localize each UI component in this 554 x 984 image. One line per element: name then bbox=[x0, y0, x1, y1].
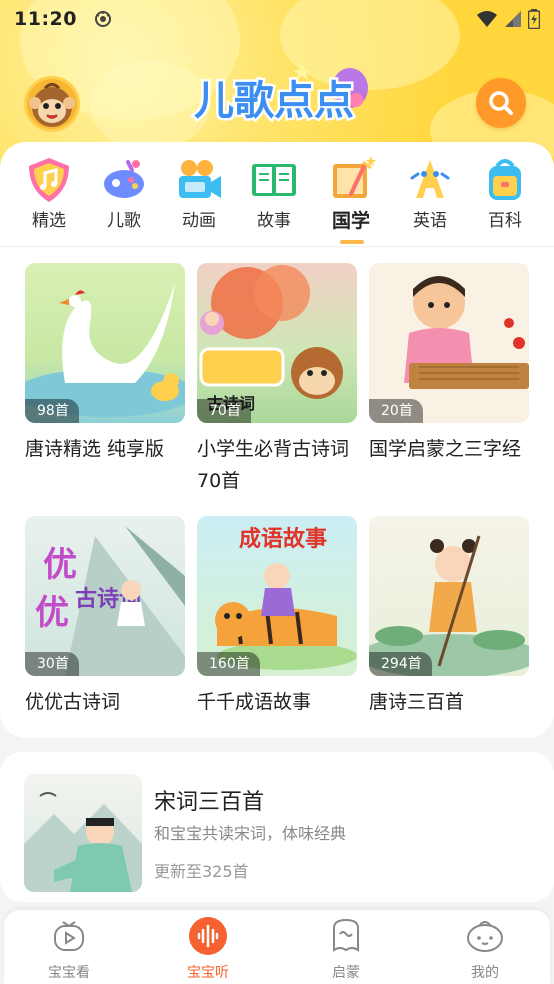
wifi-icon bbox=[477, 11, 497, 27]
bottom-navigation: 宝宝看 宝宝听 启蒙 我的 bbox=[4, 910, 550, 984]
tab-encyclopedia[interactable]: 百科 bbox=[468, 154, 542, 246]
active-tab-indicator bbox=[340, 240, 364, 244]
tab-label: 百科 bbox=[488, 211, 522, 231]
featured-update-info: 更新至325首 bbox=[154, 862, 249, 881]
album-card[interactable]: 294首 唐诗三百首 bbox=[369, 516, 529, 718]
album-card[interactable]: 成语故事 160首 千千成语故事 bbox=[197, 516, 357, 718]
status-bar: 11:20 bbox=[0, 0, 554, 38]
album-title: 优优古诗词 bbox=[25, 691, 121, 713]
album-card[interactable]: 20首 国学启蒙之三字经 bbox=[369, 263, 529, 465]
svg-text:优: 优 bbox=[35, 593, 69, 633]
notification-icon bbox=[94, 11, 111, 27]
album-cover: 294首 bbox=[369, 516, 529, 676]
monkey-avatar-icon bbox=[29, 83, 75, 127]
album-count-badge: 160首 bbox=[197, 652, 260, 676]
album-cover: 古诗词 70首 bbox=[197, 263, 357, 423]
tab-label: 英语 bbox=[413, 211, 447, 231]
svg-text:成语故事: 成语故事 bbox=[239, 526, 327, 552]
album-count-badge: 30首 bbox=[25, 652, 79, 676]
album-title: 唐诗精选 纯享版 bbox=[25, 438, 165, 460]
tab-songs[interactable]: 儿歌 bbox=[87, 154, 161, 246]
nav-enlighten[interactable]: 启蒙 bbox=[296, 916, 396, 982]
avatar[interactable] bbox=[24, 76, 80, 132]
svg-text:优: 优 bbox=[43, 545, 77, 585]
search-button[interactable] bbox=[476, 78, 526, 128]
tab-label: 动画 bbox=[182, 211, 216, 231]
signal-icon bbox=[505, 11, 521, 27]
ghost-icon bbox=[333, 918, 359, 952]
letter-character-icon bbox=[410, 160, 450, 198]
featured-description: 和宝宝共读宋词，体味经典 bbox=[154, 824, 347, 843]
featured-title: 宋词三百首 bbox=[154, 790, 265, 815]
featured-album-card[interactable]: 宋词三百首 和宝宝共读宋词，体味经典 更新至325首 bbox=[0, 752, 554, 902]
book-icon bbox=[252, 164, 296, 196]
tv-icon bbox=[54, 921, 84, 951]
status-time: 11:20 bbox=[14, 8, 77, 30]
album-cover: 优 优 古诗词 30首 bbox=[25, 516, 185, 676]
album-cover: 98首 bbox=[25, 263, 185, 423]
nav-label: 宝宝看 bbox=[48, 965, 90, 981]
tab-featured[interactable]: 精选 bbox=[12, 154, 86, 246]
tab-animation[interactable]: 动画 bbox=[162, 154, 236, 246]
tab-label: 儿歌 bbox=[107, 211, 141, 231]
backpack-icon bbox=[489, 159, 521, 200]
album-title: 国学启蒙之三字经 bbox=[369, 438, 522, 460]
battery-icon bbox=[528, 9, 540, 29]
nav-label: 宝宝听 bbox=[187, 965, 229, 981]
category-tabs: 精选 儿歌 动画 故事 国学 英语 百科 bbox=[0, 154, 554, 246]
scroll-icon bbox=[333, 156, 376, 198]
nav-listen[interactable]: 宝宝听 bbox=[158, 916, 258, 982]
tab-label: 故事 bbox=[257, 211, 291, 231]
album-cover: 20首 bbox=[369, 263, 529, 423]
status-indicators bbox=[476, 9, 540, 29]
album-count-badge: 98首 bbox=[25, 399, 79, 423]
app-logo: 儿歌点点 bbox=[190, 60, 380, 127]
album-count-badge: 20首 bbox=[369, 399, 423, 423]
tab-chinese-classics[interactable]: 国学 bbox=[314, 154, 388, 246]
album-card[interactable]: 98首 唐诗精选 纯享版 bbox=[25, 263, 185, 465]
nav-me[interactable]: 我的 bbox=[435, 916, 535, 982]
album-cover: 成语故事 160首 bbox=[197, 516, 357, 676]
tab-stories[interactable]: 故事 bbox=[237, 154, 311, 246]
nav-label: 我的 bbox=[471, 965, 499, 981]
tabs-divider bbox=[0, 246, 554, 247]
tab-label: 精选 bbox=[32, 211, 66, 231]
tab-english[interactable]: 英语 bbox=[393, 154, 467, 246]
audio-wave-icon bbox=[189, 917, 227, 955]
baby-face-icon bbox=[467, 921, 503, 952]
album-count-badge: 294首 bbox=[369, 652, 432, 676]
music-shield-icon bbox=[29, 158, 69, 202]
logo-text: 儿歌点点 bbox=[194, 78, 354, 124]
album-count-badge: 70首 bbox=[197, 399, 251, 423]
category-content-card: 精选 儿歌 动画 故事 国学 英语 百科 98首 唐诗精选 纯享版 古诗词 70… bbox=[0, 142, 554, 738]
featured-cover bbox=[24, 774, 142, 892]
tab-label: 国学 bbox=[331, 210, 370, 232]
album-title: 小学生必背古诗词70首 bbox=[197, 438, 350, 492]
nav-watch[interactable]: 宝宝看 bbox=[19, 916, 119, 982]
search-icon bbox=[489, 91, 513, 115]
projector-icon bbox=[179, 160, 221, 198]
song-poet-illustration bbox=[24, 792, 142, 892]
album-card[interactable]: 古诗词 70首 小学生必背古诗词70首 bbox=[197, 263, 357, 497]
gamepad-icon bbox=[104, 160, 144, 198]
album-title: 千千成语故事 bbox=[197, 691, 312, 713]
album-card[interactable]: 优 优 古诗词 30首 优优古诗词 bbox=[25, 516, 185, 718]
album-title: 唐诗三百首 bbox=[369, 691, 465, 713]
nav-label: 启蒙 bbox=[332, 965, 360, 981]
